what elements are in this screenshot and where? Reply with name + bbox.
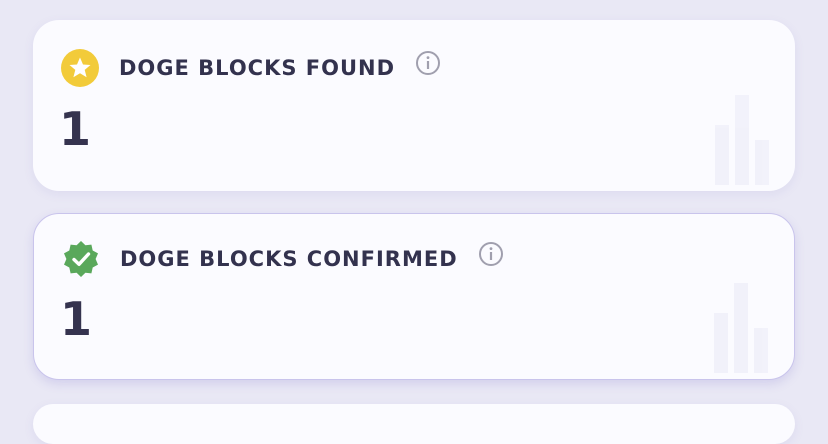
doge-blocks-confirmed-card: DOGE BLOCKS CONFIRMED 1 [33,213,795,380]
card-header: DOGE BLOCKS FOUND [61,48,441,88]
card-title: DOGE BLOCKS CONFIRMED [120,247,458,271]
watermark-icon [715,95,769,185]
info-icon[interactable] [415,50,441,76]
info-icon[interactable] [478,241,504,267]
stat-value: 1 [59,102,92,156]
verified-check-badge-icon [64,241,98,277]
doge-blocks-found-card: DOGE BLOCKS FOUND 1 [33,20,795,191]
card-title: DOGE BLOCKS FOUND [119,56,396,80]
next-card-partial [33,404,795,444]
stat-value: 1 [60,292,93,346]
card-header: DOGE BLOCKS CONFIRMED [62,239,504,279]
star-badge-icon [61,49,99,87]
watermark-icon [714,283,768,373]
